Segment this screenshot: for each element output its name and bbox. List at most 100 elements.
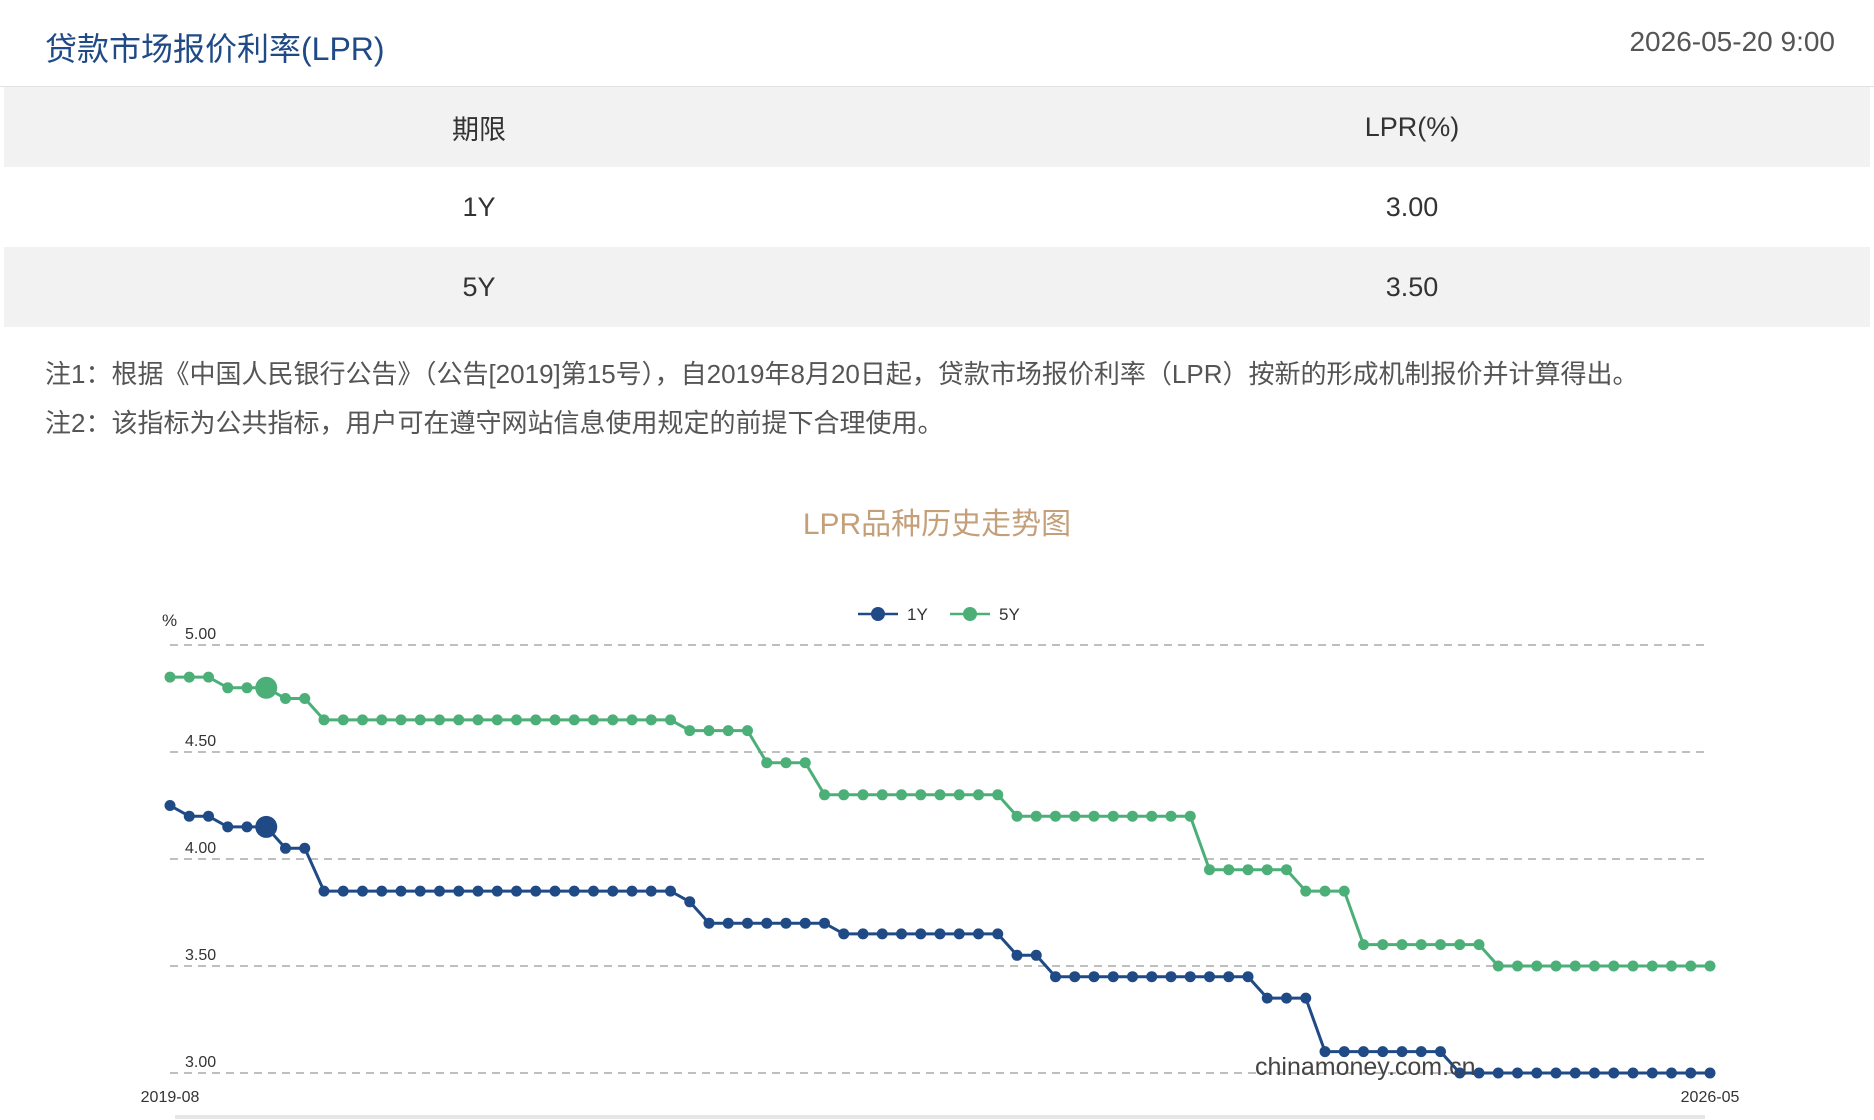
data-point-5Y[interactable] [1011, 810, 1023, 822]
data-point-1Y[interactable] [1704, 1067, 1716, 1079]
data-point-1Y[interactable] [992, 928, 1004, 940]
data-point-5Y[interactable] [530, 714, 542, 726]
data-point-5Y[interactable] [376, 714, 388, 726]
data-point-5Y[interactable] [203, 671, 214, 683]
data-point-5Y[interactable] [1415, 939, 1427, 951]
data-point-5Y[interactable] [1223, 864, 1235, 876]
data-point-5Y[interactable] [164, 671, 176, 683]
data-point-5Y[interactable] [1338, 885, 1350, 897]
data-point-1Y[interactable] [357, 885, 368, 897]
data-point-5Y[interactable] [568, 714, 580, 726]
data-point-1Y[interactable] [1550, 1067, 1562, 1079]
data-point-5Y[interactable] [607, 714, 619, 726]
data-point-1Y[interactable] [164, 800, 176, 811]
data-point-5Y[interactable] [1550, 960, 1562, 972]
data-point-1Y[interactable] [1088, 971, 1100, 983]
data-point-5Y[interactable] [1512, 960, 1523, 972]
data-point-1Y[interactable] [607, 885, 619, 897]
data-point-5Y[interactable] [299, 693, 311, 704]
data-point-5Y[interactable] [742, 725, 753, 737]
data-point-1Y[interactable] [896, 928, 907, 940]
data-point-1Y[interactable] [1300, 992, 1312, 1004]
data-point-1Y[interactable] [915, 928, 927, 940]
data-point-1Y[interactable] [1146, 971, 1158, 983]
chart-scroll-track[interactable] [175, 1115, 1705, 1119]
data-point-5Y[interactable] [1261, 864, 1273, 876]
data-point-1Y[interactable] [1184, 971, 1196, 983]
data-point-1Y[interactable] [876, 928, 888, 940]
data-point-1Y[interactable] [1646, 1067, 1658, 1079]
data-point-1Y[interactable] [1127, 971, 1138, 983]
data-point-5Y[interactable] [1107, 810, 1119, 822]
data-point-5Y[interactable] [1704, 960, 1716, 972]
data-point-1Y[interactable] [568, 885, 580, 897]
data-point-5Y[interactable] [838, 789, 850, 801]
data-point-1Y[interactable] [645, 885, 657, 897]
data-point-5Y[interactable] [241, 682, 253, 694]
chart-legend[interactable]: 1Y 5Y [858, 605, 1020, 624]
data-point-1Y[interactable] [255, 815, 278, 838]
data-point-1Y[interactable] [1666, 1067, 1677, 1079]
data-point-5Y[interactable] [1358, 939, 1369, 951]
data-point-1Y[interactable] [222, 821, 234, 833]
data-point-1Y[interactable] [280, 842, 291, 854]
data-point-5Y[interactable] [453, 714, 465, 726]
data-point-1Y[interactable] [395, 885, 407, 897]
data-point-5Y[interactable] [1589, 960, 1600, 972]
data-point-1Y[interactable] [1242, 971, 1254, 983]
data-point-5Y[interactable] [626, 714, 638, 726]
data-point-5Y[interactable] [953, 789, 965, 801]
data-point-5Y[interactable] [703, 725, 715, 737]
data-point-5Y[interactable] [1281, 864, 1292, 876]
data-point-5Y[interactable] [915, 789, 927, 801]
data-point-1Y[interactable] [183, 810, 195, 822]
data-point-5Y[interactable] [1646, 960, 1658, 972]
data-point-1Y[interactable] [684, 896, 696, 908]
data-point-5Y[interactable] [395, 714, 407, 726]
data-point-5Y[interactable] [896, 789, 907, 801]
data-point-1Y[interactable] [1261, 992, 1273, 1004]
data-point-1Y[interactable] [857, 928, 869, 940]
data-point-1Y[interactable] [953, 928, 965, 940]
data-point-1Y[interactable] [1531, 1067, 1543, 1079]
data-point-5Y[interactable] [1627, 960, 1639, 972]
data-point-1Y[interactable] [1492, 1067, 1504, 1079]
data-point-1Y[interactable] [722, 917, 734, 929]
data-point-1Y[interactable] [973, 928, 984, 940]
data-point-5Y[interactable] [684, 725, 696, 737]
data-point-5Y[interactable] [472, 714, 484, 726]
data-point-1Y[interactable] [626, 885, 638, 897]
data-point-5Y[interactable] [318, 714, 330, 726]
data-point-5Y[interactable] [1685, 960, 1697, 972]
data-point-1Y[interactable] [337, 885, 349, 897]
data-point-1Y[interactable] [299, 842, 311, 854]
data-point-1Y[interactable] [1627, 1067, 1639, 1079]
data-point-5Y[interactable] [799, 757, 811, 769]
data-point-5Y[interactable] [1531, 960, 1543, 972]
data-point-5Y[interactable] [1319, 885, 1331, 897]
data-point-1Y[interactable] [703, 917, 715, 929]
data-point-5Y[interactable] [665, 714, 676, 726]
data-point-5Y[interactable] [819, 789, 830, 801]
data-point-5Y[interactable] [255, 676, 278, 699]
data-point-5Y[interactable] [549, 714, 561, 726]
data-point-5Y[interactable] [1435, 939, 1446, 951]
data-point-5Y[interactable] [511, 714, 522, 726]
data-point-1Y[interactable] [838, 928, 850, 940]
data-point-1Y[interactable] [376, 885, 388, 897]
data-point-5Y[interactable] [934, 789, 946, 801]
data-point-5Y[interactable] [414, 714, 426, 726]
data-point-5Y[interactable] [1069, 810, 1081, 822]
data-point-1Y[interactable] [1569, 1067, 1581, 1079]
data-point-5Y[interactable] [183, 671, 195, 683]
data-point-1Y[interactable] [1204, 971, 1215, 983]
data-point-1Y[interactable] [1011, 949, 1023, 961]
legend-label-5Y[interactable]: 5Y [999, 605, 1020, 624]
data-point-5Y[interactable] [1569, 960, 1581, 972]
data-point-5Y[interactable] [1242, 864, 1254, 876]
data-point-1Y[interactable] [549, 885, 561, 897]
data-point-1Y[interactable] [1608, 1067, 1620, 1079]
data-point-1Y[interactable] [1512, 1067, 1523, 1079]
data-point-1Y[interactable] [491, 885, 503, 897]
data-point-5Y[interactable] [761, 757, 773, 769]
